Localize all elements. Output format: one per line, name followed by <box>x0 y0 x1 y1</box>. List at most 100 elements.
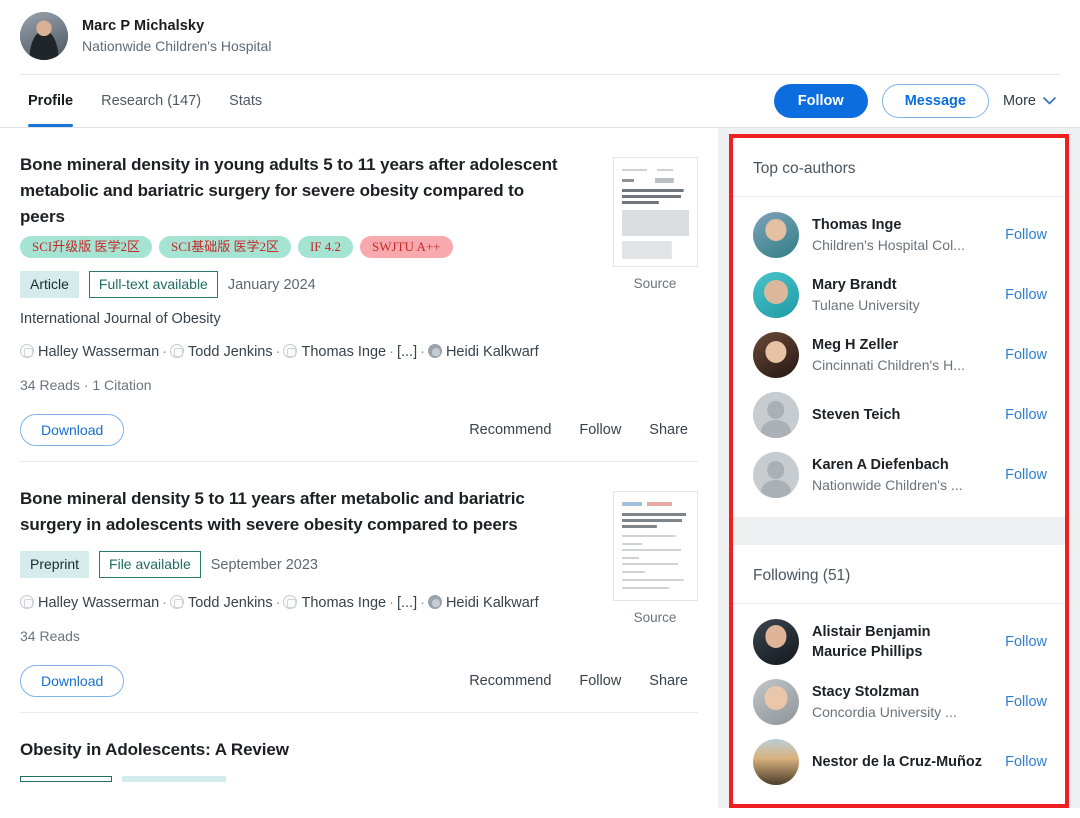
recommend-button[interactable]: Recommend <box>469 673 551 689</box>
following-card: Following (51) Alistair Benjamin Maurice… <box>733 545 1065 804</box>
profile-identity: Marc P Michalsky Nationwide Children's H… <box>82 17 271 56</box>
publication-thumbnail[interactable]: Source <box>612 152 698 393</box>
profile-affiliation: Nationwide Children's Hospital <box>82 37 272 54</box>
author-avatar-icon <box>169 344 184 358</box>
follow-button[interactable]: Follow <box>999 467 1047 483</box>
publication-list: Bone mineral density in young adults 5 t… <box>0 128 718 796</box>
download-button[interactable]: Download <box>20 665 125 697</box>
author-separator: · <box>162 344 167 360</box>
tab-stats[interactable]: Stats <box>215 75 276 127</box>
follow-button[interactable]: Follow <box>999 287 1047 303</box>
following-name: Stacy Stolzman <box>812 684 920 700</box>
list-item[interactable]: Karen A Diefenbach Nationwide Children's… <box>733 445 1065 505</box>
publication-date: September 2023 <box>210 556 318 573</box>
author-entry[interactable]: Halley Wasserman <box>20 344 159 360</box>
coauthor-name: Meg H Zeller <box>812 337 899 353</box>
author-entry[interactable]: Todd Jenkins <box>169 595 273 611</box>
author-separator: · <box>420 595 425 611</box>
list-item[interactable]: Thomas Inge Children's Hospital Col... F… <box>733 205 1065 265</box>
follow-publication-button[interactable]: Follow <box>579 422 621 438</box>
list-item[interactable]: Nestor de la Cruz-Muñoz Follow <box>733 732 1065 792</box>
avatar[interactable] <box>753 332 799 378</box>
publication-stats: 34 Reads · 1 Citation <box>20 377 152 393</box>
avatar[interactable] <box>20 12 68 60</box>
avatar[interactable] <box>753 392 799 438</box>
follow-button[interactable]: Follow <box>773 84 868 118</box>
availability-chip: Full-text available <box>88 271 218 298</box>
publication-item: Bone mineral density 5 to 11 years after… <box>20 461 698 712</box>
follow-button[interactable]: Follow <box>999 227 1047 243</box>
author-entry[interactable]: Heidi Kalkwarf <box>427 595 539 611</box>
coauthors-list: Thomas Inge Children's Hospital Col... F… <box>733 197 1065 517</box>
avatar[interactable] <box>753 212 799 258</box>
author-more[interactable]: [...] <box>397 595 417 611</box>
journal-name: International Journal of Obesity <box>20 311 221 327</box>
publication-meta: Preprint File available September 2023 <box>20 551 596 578</box>
avatar[interactable] <box>753 619 799 665</box>
avatar[interactable] <box>753 739 799 785</box>
tab-research[interactable]: Research (147) <box>87 75 215 127</box>
author-entry[interactable]: Halley Wasserman <box>20 595 159 611</box>
profile-actions: Follow Message More <box>773 84 1060 118</box>
message-button[interactable]: Message <box>881 84 989 118</box>
publication-title[interactable]: Bone mineral density 5 to 11 years after… <box>20 486 560 538</box>
chevron-down-icon <box>1043 97 1056 105</box>
coauthor-affiliation: Children's Hospital Col... <box>812 237 965 253</box>
coauthor-name: Steven Teich <box>812 407 901 423</box>
author-entry[interactable]: Thomas Inge <box>283 595 386 611</box>
list-item[interactable]: Steven Teich Follow <box>733 385 1065 445</box>
follow-button[interactable]: Follow <box>999 407 1047 423</box>
publication-meta <box>20 776 698 782</box>
follow-publication-button[interactable]: Follow <box>579 673 621 689</box>
following-title: Following (51) <box>733 545 1065 604</box>
author-entry[interactable]: Todd Jenkins <box>169 344 273 360</box>
source-label: Source <box>633 276 677 291</box>
more-button[interactable]: More <box>1003 93 1060 109</box>
availability-chip: File available <box>99 551 201 578</box>
follow-button[interactable]: Follow <box>999 634 1047 650</box>
following-list: Alistair Benjamin Maurice Phillips Follo… <box>733 604 1065 804</box>
publication-title[interactable]: Obesity in Adolescents: A Review <box>20 737 560 763</box>
publication-actions: Download Recommend Follow Share <box>20 413 698 447</box>
author-separator: · <box>420 344 425 360</box>
avatar[interactable] <box>753 679 799 725</box>
author-name: Halley Wasserman <box>38 595 160 611</box>
list-item[interactable]: Mary Brandt Tulane University Follow <box>733 265 1065 325</box>
coauthors-title: Top co-authors <box>733 138 1065 197</box>
author-more[interactable]: [...] <box>397 344 417 360</box>
content-columns: Bone mineral density in young adults 5 t… <box>0 128 1080 808</box>
user-photo-icon <box>20 12 68 60</box>
author-avatar-icon <box>283 344 298 358</box>
coauthor-name: Karen A Diefenbach <box>812 457 949 473</box>
avatar[interactable] <box>753 452 799 498</box>
author-avatar-icon <box>283 595 298 609</box>
follow-button[interactable]: Follow <box>999 754 1047 770</box>
tab-profile[interactable]: Profile <box>20 75 87 127</box>
publication-title[interactable]: Bone mineral density in young adults 5 t… <box>20 152 560 230</box>
author-separator: · <box>162 595 167 611</box>
author-avatar-icon <box>169 595 184 609</box>
author-name: Thomas Inge <box>301 595 387 611</box>
publication-thumbnail[interactable]: Source <box>612 486 698 644</box>
list-item[interactable]: Meg H Zeller Cincinnati Children's H... … <box>733 325 1065 385</box>
author-name: Halley Wasserman <box>38 344 160 360</box>
share-button[interactable]: Share <box>649 673 688 689</box>
download-button[interactable]: Download <box>20 414 125 446</box>
author-entry[interactable]: Heidi Kalkwarf <box>427 344 539 360</box>
person-placeholder-icon <box>753 392 799 438</box>
follow-button[interactable]: Follow <box>999 694 1047 710</box>
following-affiliation: Concordia University ... <box>812 704 957 720</box>
follow-button[interactable]: Follow <box>999 347 1047 363</box>
recommend-button[interactable]: Recommend <box>469 422 551 438</box>
author-name: Heidi Kalkwarf <box>445 344 539 360</box>
share-button[interactable]: Share <box>649 422 688 438</box>
author-entry[interactable]: Thomas Inge <box>283 344 386 360</box>
list-item[interactable]: Alistair Benjamin Maurice Phillips Follo… <box>733 612 1065 672</box>
publication-actions: Download Recommend Follow Share <box>20 664 698 698</box>
publication-item: Bone mineral density in young adults 5 t… <box>20 128 698 461</box>
list-item[interactable]: Stacy Stolzman Concordia University ... … <box>733 672 1065 732</box>
sci-badge: SCI升级版 医学2区 <box>20 236 152 258</box>
author-avatar-icon <box>427 595 442 609</box>
avatar[interactable] <box>753 272 799 318</box>
paper-preview-icon <box>612 491 698 601</box>
